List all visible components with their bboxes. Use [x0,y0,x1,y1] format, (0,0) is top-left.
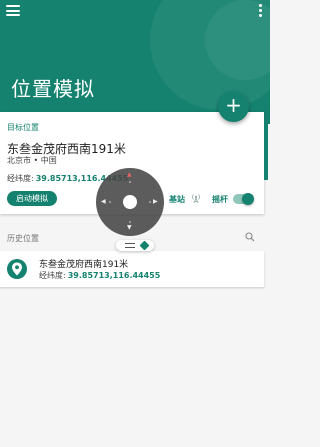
joystick-dot [109,201,111,203]
history-location-name: 东叁金茂府西南191米 [39,260,129,270]
base-station-label: 基站 [169,195,185,204]
drag-handle[interactable] [116,240,154,251]
joystick-knob[interactable] [123,195,137,209]
joystick-dot [129,181,131,183]
plus-icon: + [225,93,242,117]
history-section-label: 历史位置 [7,234,39,243]
joystick-toggle[interactable] [233,193,254,205]
history-list-item[interactable]: 东叁金茂府西南191米 经纬度: 39.85713,116.44455 [0,251,264,287]
cell-tower-icon[interactable] [190,192,202,204]
target-region: 北京市 • 中国 [7,156,57,165]
arrow-left-icon[interactable]: ◀ [101,199,106,205]
coord-label: 经纬度: [39,271,66,280]
page-title: 位置模拟 [11,77,95,101]
arrow-down-icon[interactable]: ▼ [127,225,132,231]
history-coordinates: 经纬度: 39.85713,116.44455 [39,270,160,281]
location-pin-icon [7,259,27,279]
joystick-dot [149,201,151,203]
more-vert-icon[interactable] [258,4,262,17]
arrow-up-icon[interactable]: ▲ [127,172,132,178]
toggle-knob [242,193,254,205]
coord-label: 经纬度: [7,174,34,183]
search-icon[interactable] [245,232,255,242]
drag-bars-icon [125,243,135,248]
coord-value: 39.85713,116.44455 [67,271,161,280]
scroll-indicator [264,120,268,180]
arrow-right-icon[interactable]: ▶ [153,199,158,205]
add-location-button[interactable]: + [218,91,249,122]
menu-icon[interactable] [6,5,20,16]
start-simulation-button[interactable]: 启动模拟 [7,191,57,206]
direction-diamond-icon [139,240,150,251]
joystick-pad[interactable]: ▲ ▼ ◀ ▶ [96,168,164,236]
joystick-label: 摇杆 [212,195,228,204]
joystick-dot [129,221,131,223]
target-section-label: 目标位置 [7,123,39,132]
